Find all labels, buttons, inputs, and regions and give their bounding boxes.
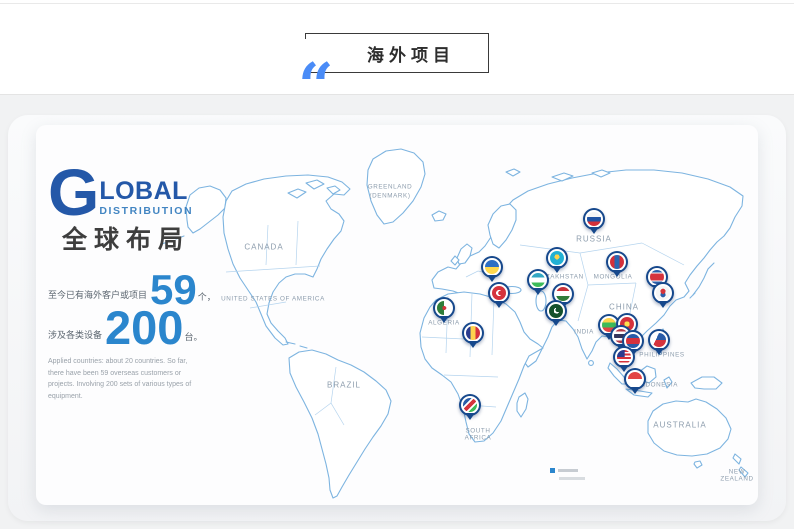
legend-bar — [559, 477, 585, 480]
map-pin-south-korea — [652, 282, 674, 304]
chad-flag-icon — [464, 324, 482, 342]
stats-description: Applied countries: about 20 countries. S… — [48, 356, 200, 404]
map-label-india: INDIA — [574, 329, 594, 336]
legend-bar — [558, 469, 578, 472]
mongolia-flag-icon — [608, 253, 626, 271]
map-pin-malaysia — [613, 346, 635, 368]
content-area: GREENLAND (DENMARK) CANADA UNITED STATES OF… — [0, 95, 794, 529]
map-label-new: NEW — [729, 469, 746, 476]
map-label-australia: AUSTRALIA — [653, 421, 706, 430]
map-label-greenland: GREENLAND — [368, 184, 413, 191]
section-title-box: “ 海外项目 — [305, 33, 489, 73]
section-title: 海外项目 — [339, 41, 455, 66]
map-panel: GREENLAND (DENMARK) CANADA UNITED STATES OF… — [36, 125, 758, 505]
logo: G LOBAL DISTRIBUTION 全球布局 — [48, 165, 193, 256]
indonesia-flag-icon — [626, 370, 644, 388]
stats-block: 至今已有海外客户或项目 59 个， 涉及各类设备 200 台。 Applied … — [48, 272, 220, 403]
malaysia-flag-icon — [615, 348, 633, 366]
map-pin-pakistan — [545, 300, 567, 322]
map-pin-kazakhstan — [546, 247, 568, 269]
map-pin-algeria — [433, 297, 455, 319]
logo-lobal: LOBAL — [99, 179, 193, 204]
map-label-canada: CANADA — [244, 243, 283, 252]
map-label-china: CHINA — [609, 303, 639, 312]
stat-2-label: 涉及各类设备 — [48, 328, 102, 341]
stat-2-value: 200 — [105, 308, 183, 348]
stat-line-2: 涉及各类设备 200 台。 — [48, 308, 220, 348]
ukraine-flag-icon — [483, 258, 501, 276]
logo-g: G — [48, 165, 97, 219]
map-pin-mongolia — [606, 251, 628, 273]
kazakhstan-flag-icon — [548, 249, 566, 267]
map-label-south: SOUTH — [465, 428, 490, 435]
map-label-united-states-of-america: UNITED STATES OF AMERICA — [221, 296, 325, 303]
stat-1-suffix: 个， — [198, 290, 216, 303]
south-korea-flag-icon — [654, 284, 672, 302]
map-label-africa: AFRICA — [465, 435, 492, 442]
turkey-flag-icon — [490, 284, 508, 302]
stat-2-suffix: 台。 — [184, 330, 202, 343]
map-legend — [550, 468, 585, 484]
map-pin-russia — [583, 208, 605, 230]
map-label--denmark-: (DENMARK) — [369, 193, 410, 200]
map-label-zealand: ZEALAND — [720, 476, 753, 483]
logo-distribution: DISTRIBUTION — [99, 205, 193, 217]
stat-1-label: 至今已有海外客户或项目 — [48, 288, 147, 301]
logo-chinese: 全球布局 — [62, 220, 193, 256]
map-label-brazil: BRAZIL — [327, 381, 361, 390]
algeria-flag-icon — [435, 299, 453, 317]
map-pin-indonesia — [624, 368, 646, 390]
page-header: “ 海外项目 — [0, 4, 794, 95]
pakistan-flag-icon — [547, 302, 565, 320]
namibia-flag-icon — [461, 396, 479, 414]
map-pin-uzbekistan — [527, 269, 549, 291]
map-card: GREENLAND (DENMARK) CANADA UNITED STATES OF… — [8, 115, 786, 521]
map-pin-turkey — [488, 282, 510, 304]
map-pin-namibia — [459, 394, 481, 416]
map-pin-chad — [462, 322, 484, 344]
uzbekistan-flag-icon — [529, 271, 547, 289]
russia-flag-icon — [585, 210, 603, 228]
philippines-flag-icon — [650, 331, 668, 349]
map-pin-philippines — [648, 329, 670, 351]
map-pin-ukraine — [481, 256, 503, 278]
legend-chip-icon — [550, 468, 555, 473]
